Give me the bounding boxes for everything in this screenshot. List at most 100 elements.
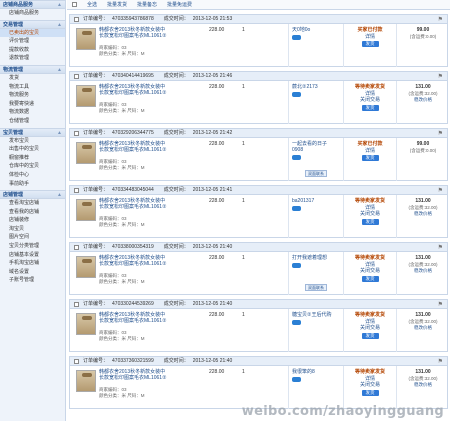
sidebar-item[interactable]: 发布宝贝 [0, 137, 65, 146]
sidebar-item[interactable]: 橱窗推荐 [0, 154, 65, 163]
sidebar-group-header[interactable]: 店铺管理 ▲ [0, 190, 65, 200]
product-title[interactable]: 韩都衣舍2013秋冬新款女装中长款宽松印图案毛衣ML1061② [99, 255, 169, 267]
modify-price-link[interactable]: 稳改价格 [398, 97, 448, 104]
sidebar-item[interactable]: 手机淘宝店铺 [0, 259, 65, 268]
order-checkbox[interactable] [74, 130, 79, 136]
ship-button[interactable]: 发货 [361, 389, 379, 396]
product-title[interactable]: 韩都衣舍2013秋冬新款女装中长款宽松印图案毛衣ML1061② [99, 369, 169, 381]
product-title[interactable]: 韩都衣舍2013秋冬新款女装中长款宽松印图案毛衣ML1061② [99, 312, 169, 324]
sidebar-item[interactable]: 淘宝贝 [0, 225, 65, 234]
modify-price-link[interactable]: 稳改价格 [398, 382, 448, 389]
sidebar-group-header[interactable]: 交易管理 ▲ [0, 19, 65, 29]
product-thumbnail[interactable] [76, 85, 96, 107]
wangwang-chat-icon[interactable] [292, 320, 301, 325]
order-checkbox[interactable] [74, 358, 79, 364]
ship-button[interactable]: 发货 [361, 275, 379, 282]
product-title[interactable]: 韩都衣舍2013秋冬新款女装中长款宽松印图案毛衣ML1061② [99, 27, 169, 39]
product-title[interactable]: 韩都衣舍2013秋冬新款女装中长款宽松印图案毛衣ML1061② [99, 198, 169, 210]
sidebar-item[interactable]: 出售中的宝贝 [0, 145, 65, 154]
close-order-link[interactable]: 关闭交易 [347, 211, 393, 218]
product-thumbnail[interactable] [76, 256, 96, 278]
order-status: 等待卖家发货 详情 关闭交易 发货 [347, 198, 393, 225]
contact-badge[interactable]: 双面联系 [305, 284, 327, 291]
modify-price-link[interactable]: 稳改价格 [398, 268, 448, 275]
order-card: 订单编号： 470330244539269 成交时间： 2013-12-05 21:4… [69, 299, 448, 352]
sidebar-item[interactable]: 查看淘宝店铺 [0, 199, 65, 208]
product-thumbnail[interactable] [76, 370, 96, 392]
sidebar-item[interactable]: 体检中心 [0, 171, 65, 180]
buyer-name[interactable]: 天0地0o [292, 27, 338, 33]
sidebar-item[interactable]: 查看我的店铺 [0, 208, 65, 217]
wangwang-chat-icon[interactable] [292, 155, 301, 160]
ship-button[interactable]: 发货 [361, 332, 379, 339]
modify-price-link[interactable]: 稳改价格 [398, 325, 448, 332]
select-all-checkbox[interactable] [72, 2, 77, 7]
ship-button[interactable]: 发货 [361, 218, 379, 225]
quantity: 1 [242, 84, 245, 90]
select-all-label[interactable]: 全选 [87, 1, 97, 8]
sidebar-item[interactable]: 店铺基本设置 [0, 251, 65, 260]
product-thumbnail[interactable] [76, 313, 96, 335]
sidebar-item[interactable]: 评价管理 [0, 37, 65, 46]
wangwang-chat-icon[interactable] [292, 263, 301, 268]
sidebar-group-header[interactable]: 宝贝管理 ▲ [0, 127, 65, 137]
wangwang-chat-icon[interactable] [292, 206, 301, 211]
buyer-name[interactable]: 蕨北②2173 [292, 84, 338, 90]
column-divider [396, 24, 397, 67]
sidebar-group-header[interactable]: 店铺商品服务 ▲ [0, 0, 65, 9]
batch-free-shipping-button[interactable]: 批量免运费 [167, 1, 192, 8]
order-detail-link[interactable]: 详情 [347, 34, 393, 41]
order-checkbox[interactable] [74, 16, 79, 22]
order-number: 470338000354319 [112, 243, 154, 250]
sidebar-item[interactable]: 子账号管理 [0, 276, 65, 285]
sidebar-group-header[interactable]: 物流管理 ▲ [0, 64, 65, 74]
close-order-link[interactable]: 关闭交易 [347, 97, 393, 104]
sidebar-item[interactable]: 物流工具 [0, 83, 65, 92]
sidebar-item[interactable]: 物流服务 [0, 91, 65, 100]
buyer-name[interactable]: 打开我遮着理想 [292, 255, 338, 261]
modify-price-link[interactable]: 稳改价格 [398, 211, 448, 218]
sidebar-item[interactable]: 事前助手 [0, 180, 65, 189]
sidebar-item[interactable]: 域名设置 [0, 268, 65, 277]
close-order-link[interactable]: 关闭交易 [347, 382, 393, 389]
sidebar-item[interactable]: 物流数据 [0, 108, 65, 117]
order-checkbox[interactable] [74, 187, 79, 193]
buyer-name[interactable]: 糖宝贝②王后代购 [292, 312, 338, 318]
sidebar-item[interactable]: 提款收款 [0, 46, 65, 55]
sidebar-item[interactable]: 我要寄快递 [0, 100, 65, 109]
batch-ship-button[interactable]: 批量发货 [107, 1, 127, 8]
product-thumbnail[interactable] [76, 199, 96, 221]
sidebar-item[interactable]: 宝贝分类管理 [0, 242, 65, 251]
sidebar-item-sold[interactable]: 已卖出的宝贝 [0, 28, 65, 38]
ship-button[interactable]: 发货 [361, 155, 379, 161]
ship-button[interactable]: 发货 [361, 41, 379, 47]
wangwang-chat-icon[interactable] [292, 377, 301, 382]
sidebar-item[interactable]: 图片空间 [0, 233, 65, 242]
product-thumbnail[interactable] [76, 28, 96, 50]
order-checkbox[interactable] [74, 73, 79, 79]
sidebar-item[interactable]: 店铺装修 [0, 216, 65, 225]
order-number-label: 订单编号： [83, 15, 109, 22]
order-checkbox[interactable] [74, 301, 79, 307]
sidebar-item[interactable]: 仓库中的宝贝 [0, 162, 65, 171]
contact-badge[interactable]: 双面联系 [305, 170, 327, 177]
sidebar-item[interactable]: 仓储管理 [0, 117, 65, 126]
close-order-link[interactable]: 关闭交易 [347, 325, 393, 332]
buyer-name[interactable]: 一起去看的日子0908 [292, 141, 338, 153]
ship-button[interactable]: 发货 [361, 104, 379, 111]
sidebar-item[interactable]: 店铺商品服务 [0, 9, 65, 18]
quantity: 1 [242, 255, 245, 261]
product-thumbnail[interactable] [76, 142, 96, 164]
order-detail-link[interactable]: 详情 [347, 148, 393, 155]
batch-memo-button[interactable]: 批量备忘 [137, 1, 157, 8]
product-title[interactable]: 韩都衣舍2013秋冬新款女装中长款宽松印图案毛衣ML1061② [99, 141, 169, 153]
sidebar-item[interactable]: 发货 [0, 74, 65, 83]
order-checkbox[interactable] [74, 244, 79, 250]
close-order-link[interactable]: 关闭交易 [347, 268, 393, 275]
wangwang-chat-icon[interactable] [292, 92, 301, 97]
buyer-name[interactable]: 我很笨的8 [292, 369, 338, 375]
buyer-name[interactable]: ba201317 [292, 198, 338, 204]
product-title[interactable]: 韩都衣舍2013秋冬新款女装中长款宽松印图案毛衣ML1061② [99, 84, 169, 96]
wangwang-chat-icon[interactable] [292, 35, 301, 40]
sidebar-item[interactable]: 退款管理 [0, 54, 65, 63]
